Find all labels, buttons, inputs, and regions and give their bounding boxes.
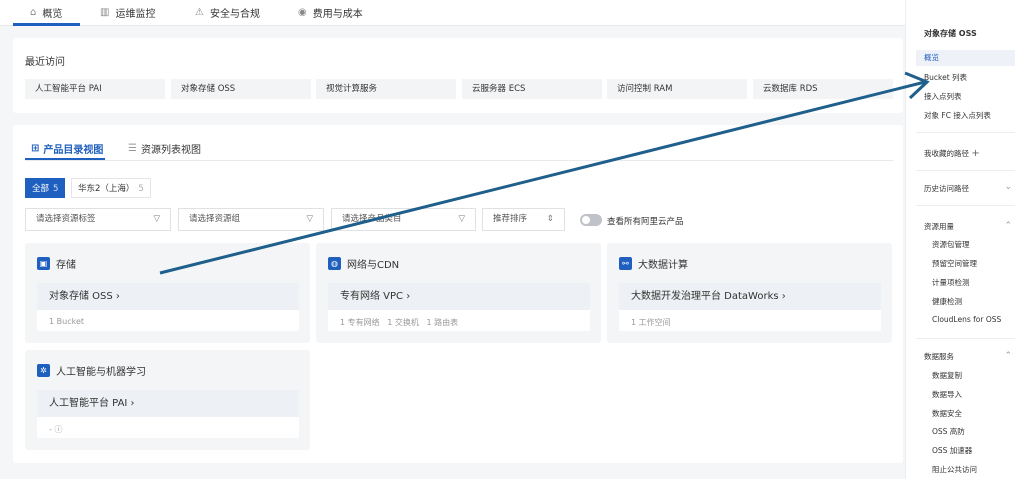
annotation-arrow: [159, 71, 930, 275]
arrow-line: [159, 80, 926, 275]
